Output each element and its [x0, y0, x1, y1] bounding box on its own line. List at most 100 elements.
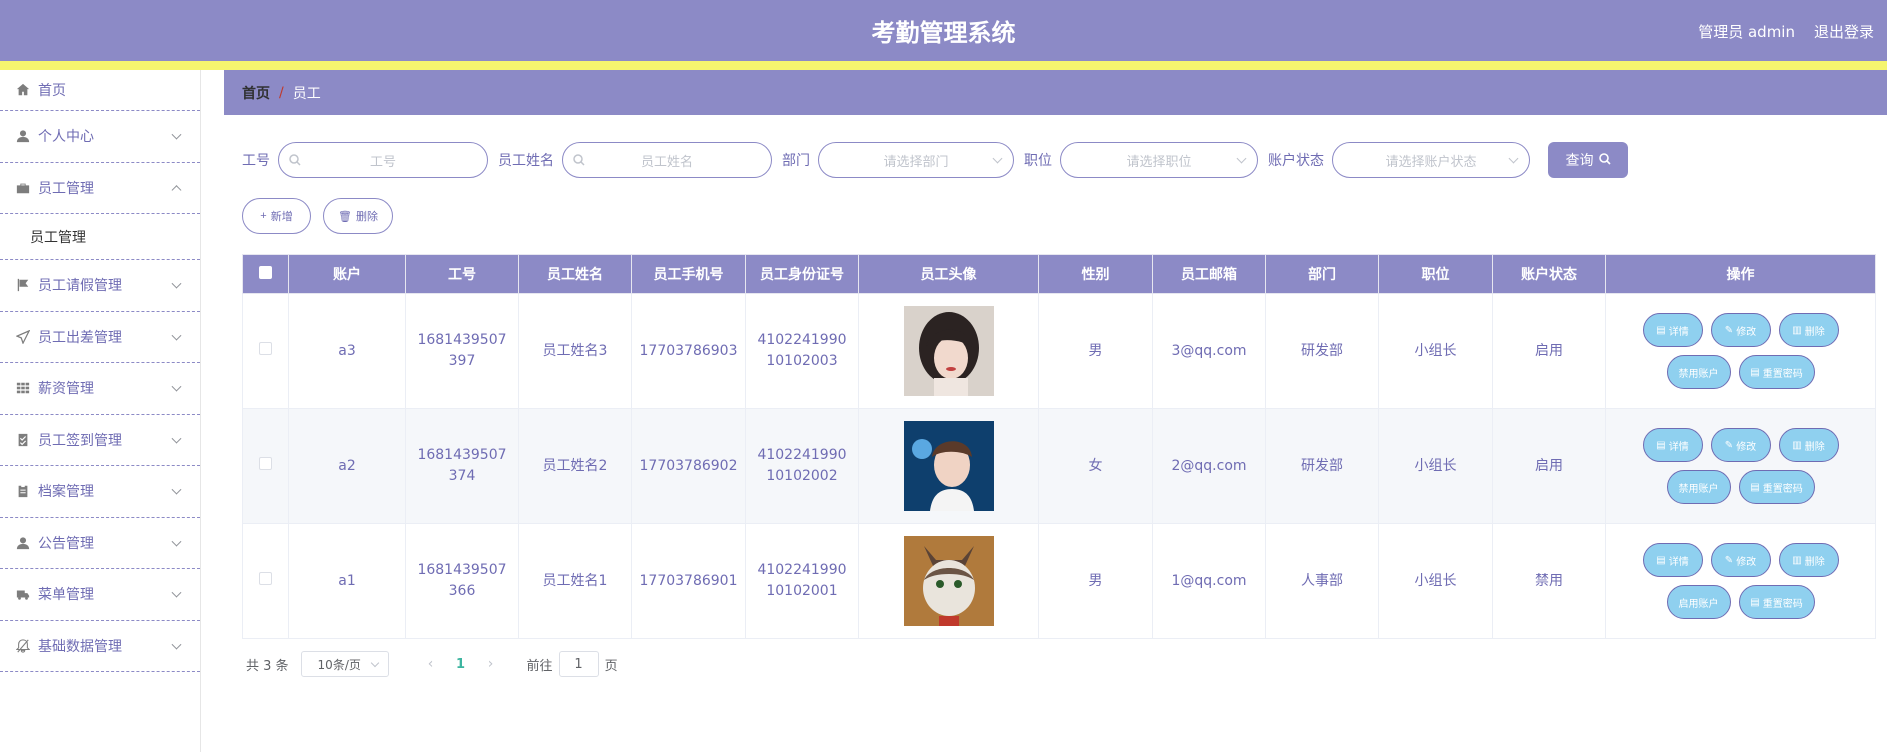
- row-select-cell[interactable]: [242, 293, 289, 409]
- reset-password-button[interactable]: ▤ 重置密码: [1738, 470, 1815, 504]
- detail-button[interactable]: ▤ 详情: [1642, 543, 1703, 577]
- gonghao-value: 1681439507397: [417, 332, 507, 369]
- chevron-down-icon: [171, 278, 182, 289]
- employee-table: 账户 工号 员工姓名 员工手机号 员工身份证号 员工头像 性别 员工邮箱 部门 …: [242, 254, 1876, 639]
- toggle-account-button[interactable]: 禁用账户: [1666, 355, 1731, 389]
- search-filters: 工号 工号 员工姓名 员工姓名 部门 请选择部门 职位 请选择职位 账户状态 请…: [242, 142, 1628, 178]
- sidebar-item-profile[interactable]: 个人中心: [0, 111, 200, 163]
- reset-password-button[interactable]: ▤ 重置密码: [1738, 585, 1815, 619]
- edit-button[interactable]: ✎ 修改: [1710, 543, 1771, 577]
- gonghao-value: 1681439507374: [417, 447, 507, 484]
- row-checkbox[interactable]: [259, 341, 272, 355]
- sidebar-subitem-employee[interactable]: 员工管理: [0, 214, 200, 260]
- dept-cell: 研发部: [1265, 293, 1379, 409]
- sidebar-item-leave[interactable]: 员工请假管理: [0, 260, 200, 312]
- home-icon: [16, 83, 30, 97]
- delete-button[interactable]: 🗑︎ 删除: [323, 198, 393, 234]
- goto-label: 前往: [526, 658, 553, 674]
- delete-row-button[interactable]: ▥ 删除: [1778, 428, 1839, 462]
- ops-cell: ▤ 详情 ✎ 修改 ▥ 删除 禁用账户 ▤ 重置密码: [1605, 293, 1876, 409]
- avatar-image[interactable]: [903, 421, 994, 511]
- plus-icon: +: [260, 210, 267, 222]
- sidebar: 首页 个人中心 员工管理 员工管理 员工请假管理 员工出差管理 薪资管理 员工签…: [0, 70, 201, 752]
- avatar-image[interactable]: [903, 536, 994, 626]
- document-icon: ▤: [1656, 439, 1666, 451]
- sidebar-item-salary[interactable]: 薪资管理: [0, 363, 200, 415]
- account-cell: a3: [288, 293, 406, 409]
- chevron-down-icon: [1236, 153, 1247, 164]
- dept-select[interactable]: 请选择部门: [818, 142, 1014, 178]
- logout-link[interactable]: 退出登录: [1814, 21, 1874, 42]
- edit-icon: ✎: [1724, 439, 1734, 451]
- column-header: 账户状态: [1492, 254, 1606, 294]
- select-all-cell[interactable]: [242, 254, 289, 294]
- sidebar-item-home[interactable]: 首页: [0, 70, 200, 111]
- breadcrumb-home[interactable]: 首页: [242, 83, 270, 103]
- chevron-down-icon: [171, 129, 182, 140]
- column-header: 员工身份证号: [745, 254, 859, 294]
- sidebar-item-basedata[interactable]: 基础数据管理: [0, 621, 200, 672]
- gonghao-cell: 1681439507397: [405, 293, 519, 409]
- chevron-down-icon: [171, 536, 182, 547]
- position-select[interactable]: 请选择职位: [1060, 142, 1258, 178]
- gender-cell: 女: [1038, 408, 1153, 524]
- avatar-cell: [858, 293, 1039, 409]
- detail-label: 详情: [1668, 326, 1689, 338]
- position-placeholder: 请选择职位: [1126, 154, 1192, 170]
- sidebar-item-archive[interactable]: 档案管理: [0, 466, 200, 518]
- select-all-checkbox[interactable]: [259, 265, 272, 279]
- sidebar-item-notice[interactable]: 公告管理: [0, 518, 200, 569]
- name-input[interactable]: 员工姓名: [562, 142, 772, 178]
- clipboard-icon: [16, 484, 30, 498]
- prev-page-icon[interactable]: ‹: [413, 656, 449, 672]
- table-header-row: 账户 工号 员工姓名 员工手机号 员工身份证号 员工头像 性别 员工邮箱 部门 …: [242, 254, 1876, 294]
- document-icon: ▤: [1750, 366, 1760, 378]
- reset-label: 重置密码: [1762, 598, 1803, 610]
- toggle-account-button[interactable]: 启用账户: [1666, 585, 1731, 619]
- delete-row-button[interactable]: ▥ 删除: [1778, 543, 1839, 577]
- row-checkbox[interactable]: [259, 571, 272, 585]
- chevron-down-icon: [171, 484, 182, 495]
- goto-page-input[interactable]: 1: [558, 651, 599, 677]
- column-header: 账户: [288, 254, 406, 294]
- edit-label: 修改: [1736, 326, 1757, 338]
- sidebar-item-label: 薪资管理: [38, 381, 94, 398]
- avatar-cell: [858, 408, 1039, 524]
- sidebar-item-label: 员工出差管理: [38, 329, 122, 346]
- page-size-select[interactable]: 10条/页: [300, 651, 389, 677]
- sidebar-item-travel[interactable]: 员工出差管理: [0, 312, 200, 363]
- query-label: 查询: [1565, 152, 1594, 168]
- edit-button[interactable]: ✎ 修改: [1710, 428, 1771, 462]
- reset-label: 重置密码: [1762, 368, 1803, 380]
- column-header: 部门: [1265, 254, 1379, 294]
- top-bar: 考勤管理系统 管理员 admin 退出登录: [0, 0, 1887, 61]
- delete-label: 删除: [1804, 326, 1825, 338]
- reset-password-button[interactable]: ▤ 重置密码: [1738, 355, 1815, 389]
- row-select-cell[interactable]: [242, 408, 289, 524]
- next-page-icon[interactable]: ›: [473, 656, 509, 672]
- position-cell: 小组长: [1378, 293, 1493, 409]
- row-checkbox[interactable]: [259, 456, 272, 470]
- status-select[interactable]: 请选择账户状态: [1332, 142, 1530, 178]
- table-row: a1 1681439507366 员工姓名1 17703786901 41022…: [242, 523, 1876, 639]
- detail-button[interactable]: ▤ 详情: [1642, 428, 1703, 462]
- search-icon: [573, 154, 585, 166]
- toggle-account-button[interactable]: 禁用账户: [1666, 470, 1731, 504]
- gender-cell: 男: [1038, 523, 1153, 639]
- sidebar-item-employee[interactable]: 员工管理: [0, 163, 200, 214]
- column-header: 工号: [405, 254, 519, 294]
- edit-button[interactable]: ✎ 修改: [1710, 313, 1771, 347]
- detail-button[interactable]: ▤ 详情: [1642, 313, 1703, 347]
- row-select-cell[interactable]: [242, 523, 289, 639]
- sidebar-item-menu[interactable]: 菜单管理: [0, 569, 200, 621]
- sidebar-item-label: 员工签到管理: [38, 432, 122, 449]
- gonghao-input[interactable]: 工号: [278, 142, 488, 178]
- sidebar-item-signin[interactable]: 员工签到管理: [0, 415, 200, 466]
- add-button[interactable]: + 新增: [242, 198, 311, 234]
- phone-cell: 17703786903: [631, 293, 746, 409]
- avatar-image[interactable]: [903, 306, 994, 396]
- delete-row-button[interactable]: ▥ 删除: [1778, 313, 1839, 347]
- page-number[interactable]: 1: [449, 657, 473, 672]
- query-button[interactable]: 查询: [1548, 142, 1628, 178]
- pagination: 共 3 条 10条/页 ‹ 1 › 前往 1 页: [246, 651, 618, 677]
